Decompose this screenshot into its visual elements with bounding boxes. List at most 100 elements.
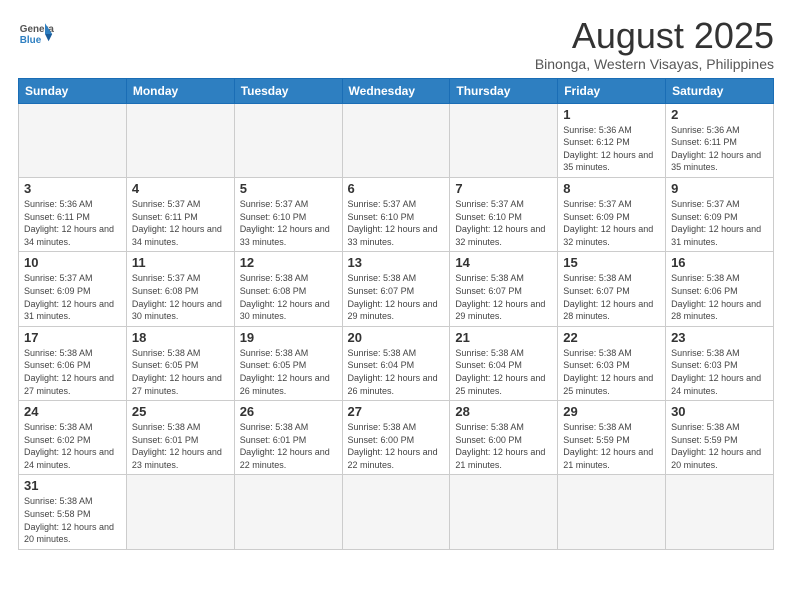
table-row: [19, 103, 127, 177]
day-info: Sunrise: 5:37 AM Sunset: 6:10 PM Dayligh…: [455, 198, 552, 248]
day-info: Sunrise: 5:38 AM Sunset: 6:06 PM Dayligh…: [671, 272, 768, 322]
table-row: 14 Sunrise: 5:38 AM Sunset: 6:07 PM Dayli…: [450, 252, 558, 326]
table-row: 9Sunrise: 5:37 AM Sunset: 6:09 PM Daylig…: [666, 177, 774, 251]
day-number: 30: [671, 404, 768, 419]
table-row: 7 Sunrise: 5:37 AM Sunset: 6:10 PM Daylig…: [450, 177, 558, 251]
table-row: 8 Sunrise: 5:37 AM Sunset: 6:09 PM Daylig…: [558, 177, 666, 251]
day-number: 29: [563, 404, 660, 419]
day-info: Sunrise: 5:37 AM Sunset: 6:10 PM Dayligh…: [348, 198, 445, 248]
day-info: Sunrise: 5:36 AM Sunset: 6:11 PM Dayligh…: [671, 124, 768, 174]
day-number: 21: [455, 330, 552, 345]
table-row: [126, 475, 234, 549]
day-info: Sunrise: 5:38 AM Sunset: 6:04 PM Dayligh…: [455, 347, 552, 397]
table-row: 2 Sunrise: 5:36 AM Sunset: 6:11 PM Daylig…: [666, 103, 774, 177]
table-row: 21 Sunrise: 5:38 AM Sunset: 6:04 PM Dayli…: [450, 326, 558, 400]
calendar-page: General Blue August 2025 Binonga, Wester…: [0, 0, 792, 612]
day-info: Sunrise: 5:37 AM Sunset: 6:09 PM Dayligh…: [671, 198, 768, 248]
table-row: [450, 103, 558, 177]
day-number: 27: [348, 404, 445, 419]
day-info: Sunrise: 5:37 AM Sunset: 6:11 PM Dayligh…: [132, 198, 229, 248]
svg-text:Blue: Blue: [20, 35, 42, 46]
logo-area: General Blue: [18, 16, 54, 52]
day-info: Sunrise: 5:38 AM Sunset: 6:08 PM Dayligh…: [240, 272, 337, 322]
day-info: Sunrise: 5:37 AM Sunset: 6:08 PM Dayligh…: [132, 272, 229, 322]
day-info: Sunrise: 5:37 AM Sunset: 6:10 PM Dayligh…: [240, 198, 337, 248]
table-row: 19 Sunrise: 5:38 AM Sunset: 6:05 PM Dayli…: [234, 326, 342, 400]
day-number: 17: [24, 330, 121, 345]
day-number: 12: [240, 255, 337, 270]
day-info: Sunrise: 5:38 AM Sunset: 6:00 PM Dayligh…: [348, 421, 445, 471]
day-number: 13: [348, 255, 445, 270]
weekday-header-row: Sunday Monday Tuesday Wednesday Thursday…: [19, 78, 774, 103]
table-row: 31Sunrise: 5:38 AM Sunset: 5:58 PM Dayli…: [19, 475, 127, 549]
table-row: 27 Sunrise: 5:38 AM Sunset: 6:00 PM Dayli…: [342, 401, 450, 475]
day-number: 20: [348, 330, 445, 345]
day-info: Sunrise: 5:36 AM Sunset: 6:12 PM Dayligh…: [563, 124, 660, 174]
day-info: Sunrise: 5:37 AM Sunset: 6:09 PM Dayligh…: [563, 198, 660, 248]
day-info: Sunrise: 5:38 AM Sunset: 5:59 PM Dayligh…: [563, 421, 660, 471]
header-thursday: Thursday: [450, 78, 558, 103]
day-number: 19: [240, 330, 337, 345]
table-row: 30Sunrise: 5:38 AM Sunset: 5:59 PM Dayli…: [666, 401, 774, 475]
table-row: 3Sunrise: 5:36 AM Sunset: 6:11 PM Daylig…: [19, 177, 127, 251]
day-number: 4: [132, 181, 229, 196]
table-row: 5Sunrise: 5:37 AM Sunset: 6:10 PM Daylig…: [234, 177, 342, 251]
table-row: [450, 475, 558, 549]
day-number: 25: [132, 404, 229, 419]
day-info: Sunrise: 5:38 AM Sunset: 6:03 PM Dayligh…: [671, 347, 768, 397]
header-wednesday: Wednesday: [342, 78, 450, 103]
day-number: 14: [455, 255, 552, 270]
day-number: 28: [455, 404, 552, 419]
day-number: 23: [671, 330, 768, 345]
day-info: Sunrise: 5:38 AM Sunset: 6:06 PM Dayligh…: [24, 347, 121, 397]
table-row: [234, 103, 342, 177]
day-info: Sunrise: 5:38 AM Sunset: 6:00 PM Dayligh…: [455, 421, 552, 471]
table-row: 22 Sunrise: 5:38 AM Sunset: 6:03 PM Dayli…: [558, 326, 666, 400]
day-number: 11: [132, 255, 229, 270]
table-row: 24Sunrise: 5:38 AM Sunset: 6:02 PM Dayli…: [19, 401, 127, 475]
day-number: 24: [24, 404, 121, 419]
table-row: [666, 475, 774, 549]
day-number: 22: [563, 330, 660, 345]
calendar-title: August 2025: [535, 16, 774, 56]
table-row: [342, 103, 450, 177]
day-number: 16: [671, 255, 768, 270]
table-row: [234, 475, 342, 549]
day-number: 8: [563, 181, 660, 196]
day-number: 6: [348, 181, 445, 196]
day-info: Sunrise: 5:38 AM Sunset: 6:05 PM Dayligh…: [240, 347, 337, 397]
table-row: 29 Sunrise: 5:38 AM Sunset: 5:59 PM Dayli…: [558, 401, 666, 475]
day-number: 3: [24, 181, 121, 196]
table-row: 18Sunrise: 5:38 AM Sunset: 6:05 PM Dayli…: [126, 326, 234, 400]
header-friday: Friday: [558, 78, 666, 103]
table-row: 4 Sunrise: 5:37 AM Sunset: 6:11 PM Daylig…: [126, 177, 234, 251]
day-info: Sunrise: 5:38 AM Sunset: 5:58 PM Dayligh…: [24, 495, 121, 545]
generalblue-logo-icon: General Blue: [18, 16, 54, 52]
table-row: 23 Sunrise: 5:38 AM Sunset: 6:03 PM Dayli…: [666, 326, 774, 400]
day-number: 7: [455, 181, 552, 196]
day-number: 26: [240, 404, 337, 419]
table-row: 26Sunrise: 5:38 AM Sunset: 6:01 PM Dayli…: [234, 401, 342, 475]
day-number: 1: [563, 107, 660, 122]
table-row: 13Sunrise: 5:38 AM Sunset: 6:07 PM Dayli…: [342, 252, 450, 326]
table-row: 16 Sunrise: 5:38 AM Sunset: 6:06 PM Dayli…: [666, 252, 774, 326]
header-tuesday: Tuesday: [234, 78, 342, 103]
table-row: 1 Sunrise: 5:36 AM Sunset: 6:12 PM Daylig…: [558, 103, 666, 177]
header-sunday: Sunday: [19, 78, 127, 103]
calendar-subtitle: Binonga, Western Visayas, Philippines: [535, 56, 774, 72]
day-number: 15: [563, 255, 660, 270]
day-number: 2: [671, 107, 768, 122]
table-row: [126, 103, 234, 177]
title-area: August 2025 Binonga, Western Visayas, Ph…: [535, 16, 774, 72]
day-info: Sunrise: 5:38 AM Sunset: 6:04 PM Dayligh…: [348, 347, 445, 397]
table-row: 10Sunrise: 5:37 AM Sunset: 6:09 PM Dayli…: [19, 252, 127, 326]
day-info: Sunrise: 5:38 AM Sunset: 6:03 PM Dayligh…: [563, 347, 660, 397]
table-row: 28 Sunrise: 5:38 AM Sunset: 6:00 PM Dayli…: [450, 401, 558, 475]
table-row: 11 Sunrise: 5:37 AM Sunset: 6:08 PM Dayli…: [126, 252, 234, 326]
header: General Blue August 2025 Binonga, Wester…: [18, 16, 774, 72]
day-info: Sunrise: 5:38 AM Sunset: 6:07 PM Dayligh…: [455, 272, 552, 322]
table-row: [342, 475, 450, 549]
day-info: Sunrise: 5:38 AM Sunset: 6:07 PM Dayligh…: [563, 272, 660, 322]
table-row: 20 Sunrise: 5:38 AM Sunset: 6:04 PM Dayli…: [342, 326, 450, 400]
table-row: 15 Sunrise: 5:38 AM Sunset: 6:07 PM Dayli…: [558, 252, 666, 326]
